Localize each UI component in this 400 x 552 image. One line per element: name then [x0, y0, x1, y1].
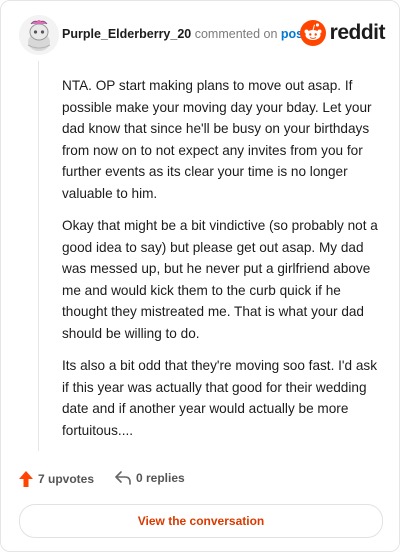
upvote-button[interactable]: 7 upvotes — [19, 471, 94, 487]
view-conversation-button[interactable]: View the conversation — [19, 504, 383, 538]
comment-header: Purple_Elderberry_20 commented on post r… — [19, 15, 386, 55]
action-text: commented on — [194, 27, 278, 41]
user-avatar[interactable] — [19, 15, 59, 55]
upvote-count: 7 upvotes — [38, 472, 95, 486]
upvote-arrow-icon — [19, 471, 33, 487]
comment-meta: Purple_Elderberry_20 commented on post — [62, 27, 307, 41]
reply-count: 0 replies — [136, 471, 185, 485]
comment-paragraph: Okay that might be a bit vindictive (so … — [62, 218, 378, 341]
comment-footer: 7 upvotes 0 replies — [19, 471, 381, 491]
reddit-wordmark: reddit — [329, 21, 386, 44]
comment-paragraph: Its also a bit odd that they're moving s… — [62, 358, 377, 438]
reddit-snoo-icon — [299, 20, 326, 46]
comment-body: NTA. OP start making plans to move out a… — [62, 75, 382, 452]
reply-button[interactable]: 0 replies — [115, 471, 185, 485]
thread-line — [38, 61, 39, 451]
avatar-snoo-icon — [19, 15, 59, 55]
username-link[interactable]: Purple_Elderberry_20 — [62, 27, 191, 41]
reddit-logo[interactable]: reddit — [299, 20, 386, 46]
reply-arrow-icon — [115, 471, 131, 485]
reddit-comment-card: Purple_Elderberry_20 commented on post r… — [0, 0, 400, 552]
comment-paragraph: NTA. OP start making plans to move out a… — [62, 78, 372, 201]
